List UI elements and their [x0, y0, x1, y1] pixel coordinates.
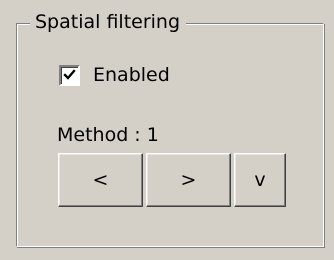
enabled-label[interactable]: Enabled	[93, 63, 170, 87]
checkmark-icon	[63, 68, 76, 80]
group-title: Spatial filtering	[30, 10, 187, 34]
method-label: Method : 1	[57, 124, 159, 146]
method-dropdown-button[interactable]: v	[234, 153, 286, 207]
enabled-checkbox-row[interactable]: Enabled	[59, 63, 170, 87]
enabled-checkbox[interactable]	[59, 64, 80, 86]
previous-method-button[interactable]: <	[58, 153, 143, 207]
next-method-button[interactable]: >	[146, 153, 231, 207]
